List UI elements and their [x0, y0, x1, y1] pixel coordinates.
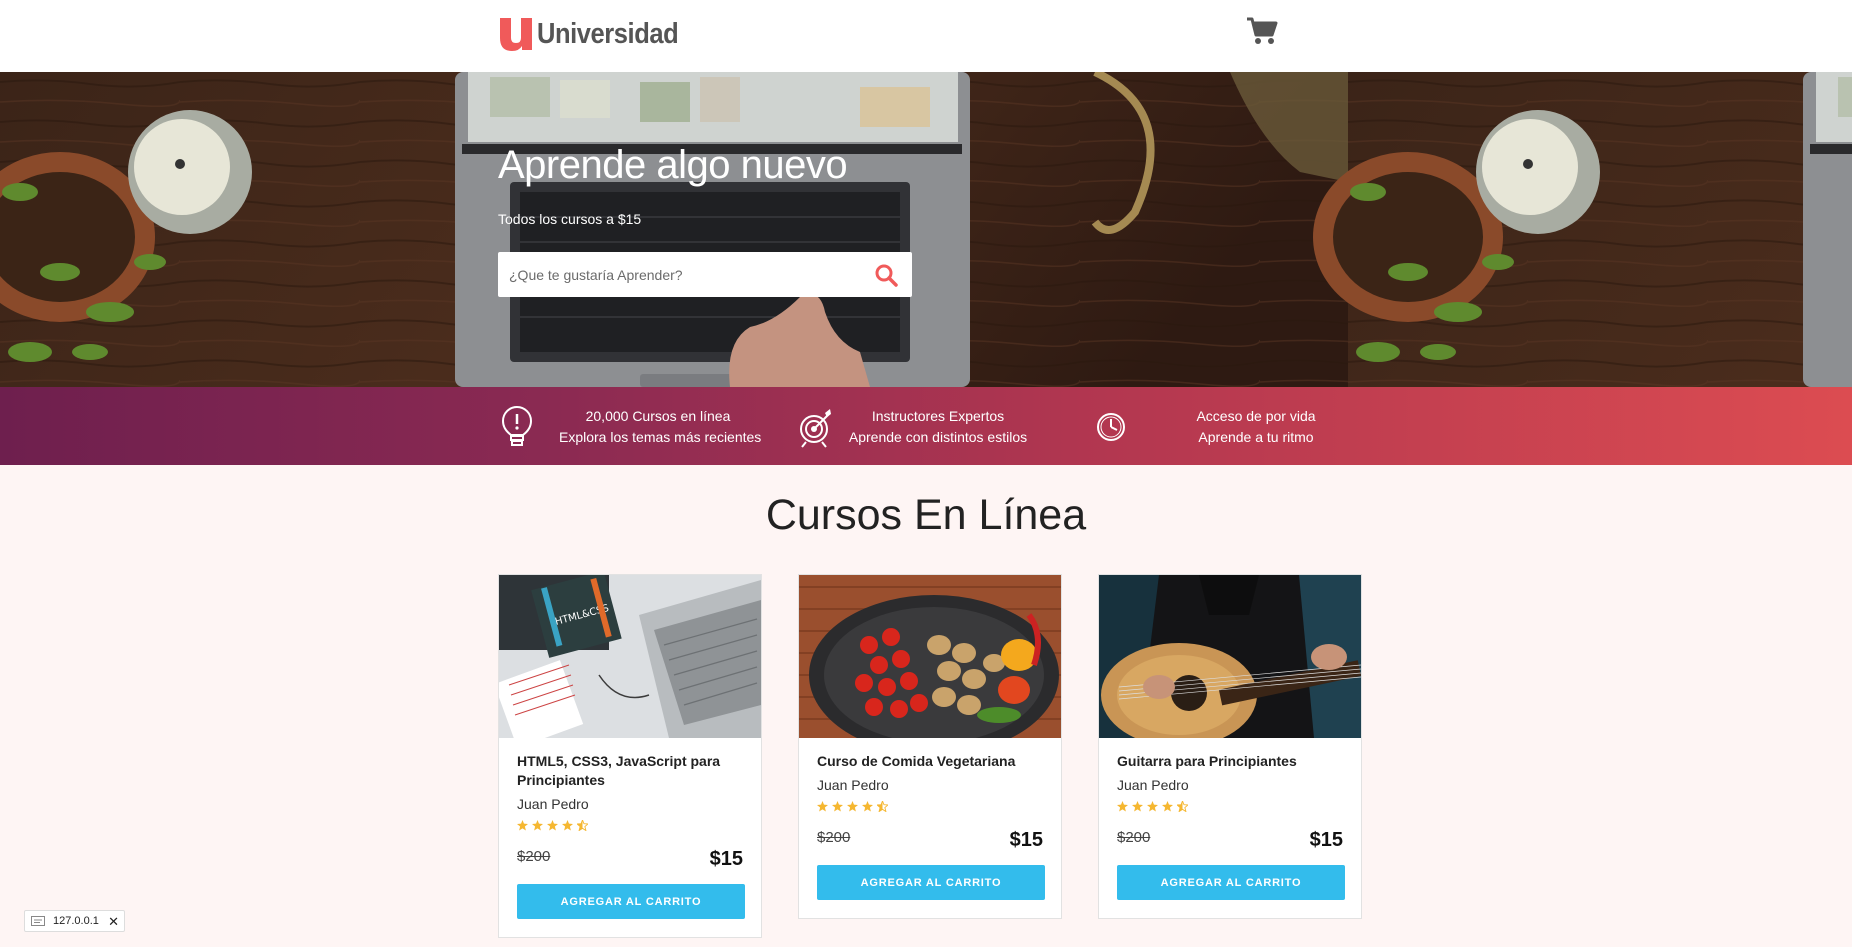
sale-price: $15: [1009, 829, 1043, 851]
course-title[interactable]: HTML5, CSS3, JavaScript para Principiant…: [517, 752, 743, 790]
star-icon: [832, 801, 843, 812]
price-row: $200 $15: [817, 825, 1043, 865]
shopping-cart-icon[interactable]: [1246, 16, 1278, 46]
page-icon: [31, 916, 45, 926]
star-half-icon: [577, 820, 588, 831]
hero-title: Aprende algo nuevo: [498, 143, 848, 187]
original-price: $200: [1117, 829, 1151, 846]
status-chip-text: 127.0.0.1: [53, 915, 99, 927]
star-icon: [862, 801, 873, 812]
rating-stars: [517, 820, 743, 834]
feature-title: 20,000 Cursos en línea: [585, 408, 731, 424]
feature-subtitle: Aprende a tu ritmo: [1198, 429, 1314, 445]
guitar-player-image: [1099, 575, 1361, 738]
laptop-desk-image: HTML&CSS: [499, 575, 761, 738]
price-row: $200 $15: [517, 844, 743, 884]
hero-banner: Aprende algo nuevo Todos los cursos a $1…: [0, 72, 1852, 387]
feature-title: Acceso de por vida: [1196, 408, 1316, 424]
add-to-cart-button[interactable]: AGREGAR AL CARRITO: [1117, 865, 1345, 900]
status-chip: 127.0.0.1 ✕: [24, 910, 125, 932]
star-icon: [1117, 801, 1128, 812]
sale-price: $15: [709, 848, 743, 870]
star-half-icon: [1177, 801, 1188, 812]
course-title[interactable]: Curso de Comida Vegetariana: [817, 752, 1043, 771]
search-input[interactable]: [498, 252, 858, 297]
star-half-icon: [877, 801, 888, 812]
feature-title: Instructores Expertos: [871, 408, 1005, 424]
star-icon: [847, 801, 858, 812]
star-icon: [532, 820, 543, 831]
hero-subtitle: Todos los cursos a $15: [498, 211, 642, 227]
course-card: Guitarra para Principiantes Juan Pedro $…: [1098, 574, 1362, 919]
course-card: HTML&CSS HTML5, CSS3, JavaScript para Pr…: [498, 574, 762, 938]
star-icon: [817, 801, 828, 812]
sale-price: $15: [1309, 829, 1343, 851]
section-title: Cursos En Línea: [765, 491, 1087, 539]
add-to-cart-button[interactable]: AGREGAR AL CARRITO: [817, 865, 1045, 900]
hero-background-image: [0, 72, 1852, 387]
feature-subtitle: Aprende con distintos estilos: [848, 429, 1028, 445]
course-author: Juan Pedro: [517, 796, 589, 812]
original-price: $200: [817, 829, 851, 846]
course-title[interactable]: Guitarra para Principiantes: [1117, 752, 1343, 771]
course-card: Curso de Comida Vegetariana Juan Pedro $…: [798, 574, 1062, 919]
logo-u-icon: [500, 18, 532, 51]
search-icon[interactable]: [874, 263, 898, 287]
close-icon[interactable]: ✕: [108, 914, 119, 930]
lightbulb-icon: [501, 406, 533, 446]
star-icon: [517, 820, 528, 831]
search-bar: [498, 252, 912, 297]
star-icon: [1162, 801, 1173, 812]
star-icon: [562, 820, 573, 831]
feature-subtitle: Explora los temas más recientes: [559, 429, 762, 445]
features-bar: 20,000 Cursos en línea Explora los temas…: [0, 387, 1852, 465]
brand-logo[interactable]: Universidad: [498, 16, 698, 52]
clock-icon: [1097, 413, 1125, 441]
course-author: Juan Pedro: [817, 777, 889, 793]
site-header: Universidad: [0, 0, 1852, 72]
star-icon: [1132, 801, 1143, 812]
add-to-cart-button[interactable]: AGREGAR AL CARRITO: [517, 884, 745, 919]
course-author: Juan Pedro: [1117, 777, 1189, 793]
rating-stars: [1117, 801, 1343, 815]
vegetables-pan-image: [799, 575, 1061, 738]
star-icon: [1147, 801, 1158, 812]
brand-name: Universidad: [537, 17, 679, 50]
original-price: $200: [517, 848, 551, 865]
price-row: $200 $15: [1117, 825, 1343, 865]
rating-stars: [817, 801, 1043, 815]
star-icon: [547, 820, 558, 831]
target-icon: [800, 409, 831, 448]
